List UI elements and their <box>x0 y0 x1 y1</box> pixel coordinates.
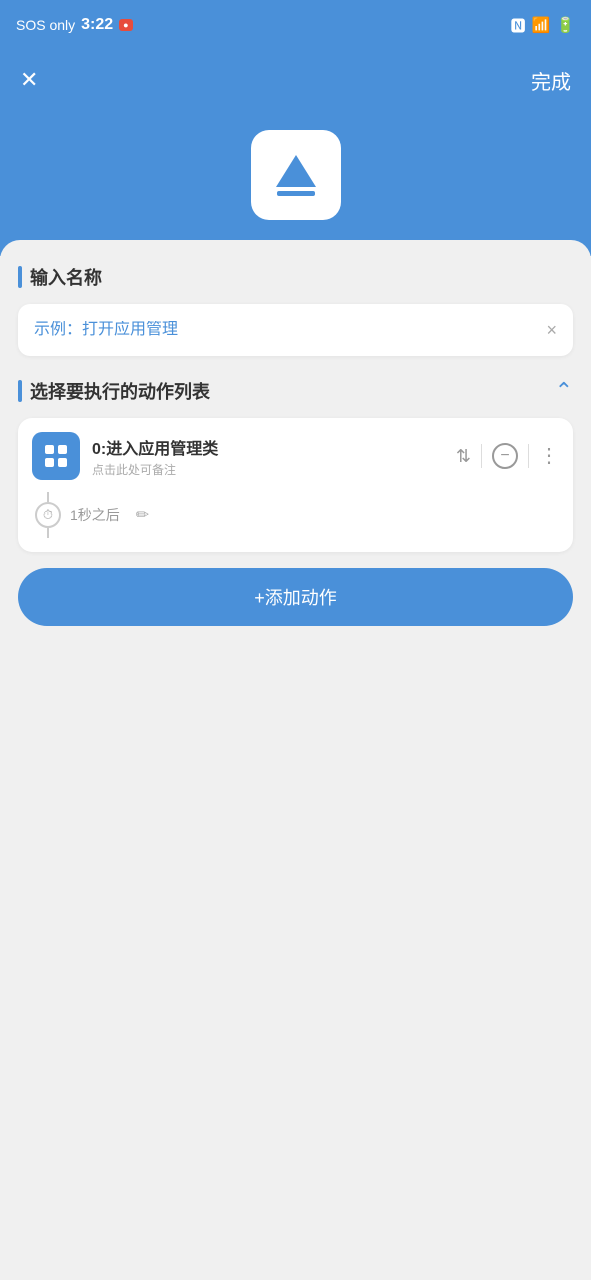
main-content: 输入名称 × 选择要执行的动作列表 ⌃ 0:进入应用管理类 点击此处可备注 ⇅ <box>0 240 591 1140</box>
battery-icon: 🔋 <box>556 16 575 34</box>
more-button[interactable]: ⋮ <box>539 446 559 466</box>
grid-icon <box>43 443 69 469</box>
connector-top-line <box>47 492 49 502</box>
edit-delay-icon[interactable]: ✏ <box>136 505 149 525</box>
app-icon-area <box>0 110 591 256</box>
action-note[interactable]: 点击此处可备注 <box>92 461 444 478</box>
status-right: 🅽 📶 🔋 <box>511 15 575 36</box>
action-item-card: 0:进入应用管理类 点击此处可备注 ⇅ − ⋮ ⏱ 1秒之后 ✏ <box>18 418 573 552</box>
collapse-button[interactable]: ⌃ <box>555 378 573 404</box>
clear-button[interactable]: × <box>546 320 557 341</box>
signal-icon: 📶 <box>532 16 551 34</box>
app-icon-box <box>251 130 341 220</box>
status-bar: SOS only 3:22 ● 🅽 📶 🔋 <box>0 0 591 50</box>
delay-connector: ⏱ <box>36 492 60 538</box>
action-section-bar <box>18 380 22 402</box>
sos-badge: ● <box>119 19 132 31</box>
add-action-button[interactable]: +添加动作 <box>18 568 573 626</box>
divider <box>481 444 482 468</box>
app-icon-inner <box>276 155 316 196</box>
name-section-header: 输入名称 <box>18 264 573 290</box>
action-list-header: 选择要执行的动作列表 ⌃ <box>18 378 573 404</box>
sos-text: SOS only <box>16 17 75 33</box>
name-input-container: × <box>18 304 573 356</box>
nfc-icon: 🅽 <box>511 15 526 36</box>
sort-icon[interactable]: ⇅ <box>456 446 471 467</box>
header: ✕ 完成 <box>0 50 591 110</box>
close-button[interactable]: ✕ <box>20 69 38 91</box>
icon-line <box>277 191 315 196</box>
section-bar <box>18 266 22 288</box>
action-section-title-wrapper: 选择要执行的动作列表 <box>18 378 210 404</box>
action-section-title: 选择要执行的动作列表 <box>30 378 210 404</box>
name-section-title: 输入名称 <box>30 264 102 290</box>
delay-row: ⏱ 1秒之后 ✏ <box>32 492 559 538</box>
name-input[interactable] <box>34 321 546 339</box>
done-button[interactable]: 完成 <box>531 66 571 95</box>
action-controls: ⇅ − ⋮ <box>456 443 559 469</box>
delay-text: 1秒之后 <box>70 505 120 525</box>
action-name: 0:进入应用管理类 <box>92 435 444 459</box>
action-item-row: 0:进入应用管理类 点击此处可备注 ⇅ − ⋮ <box>32 432 559 480</box>
connector-bottom-line <box>47 528 49 538</box>
divider2 <box>528 444 529 468</box>
triangle-icon <box>276 155 316 187</box>
remove-button[interactable]: − <box>492 443 518 469</box>
action-icon <box>32 432 80 480</box>
status-left: SOS only 3:22 ● <box>16 16 133 34</box>
clock-icon: ⏱ <box>35 502 61 528</box>
status-time: 3:22 <box>81 16 113 34</box>
action-info: 0:进入应用管理类 点击此处可备注 <box>92 435 444 478</box>
